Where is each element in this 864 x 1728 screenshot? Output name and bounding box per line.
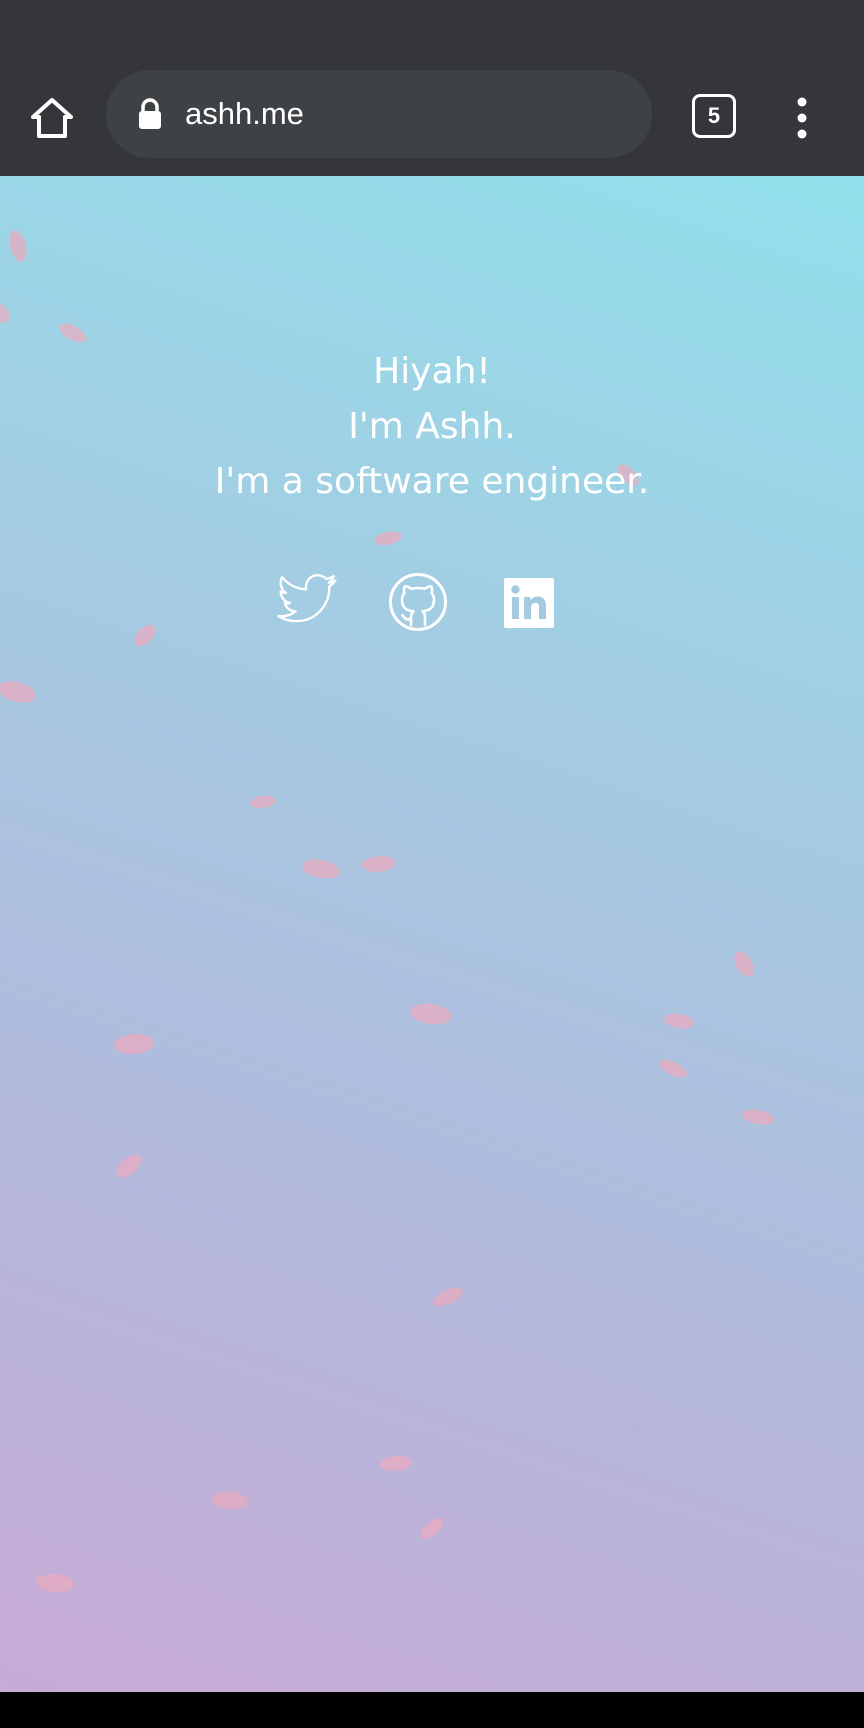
phone-screen: ashh.me 5 Hiyah! I'm Ashh. I'm a softwar… — [0, 0, 864, 1728]
status-bar — [0, 0, 864, 60]
petal — [379, 1454, 413, 1473]
lock-icon — [139, 98, 161, 129]
address-bar[interactable]: ashh.me — [106, 70, 652, 158]
linkedin-link[interactable] — [504, 578, 554, 628]
petal — [56, 319, 90, 347]
petal — [249, 794, 277, 810]
petal — [408, 1001, 454, 1027]
intro-text: Hiyah! I'm Ashh. I'm a software engineer… — [0, 344, 864, 509]
petal — [361, 854, 397, 874]
system-navigation-bar — [0, 1692, 864, 1728]
tab-switcher-button[interactable]: 5 — [692, 94, 736, 138]
greeting-line: Hiyah! — [373, 351, 491, 392]
petal — [417, 1514, 447, 1543]
petal — [741, 1107, 775, 1127]
social-links — [0, 573, 864, 636]
petal — [0, 677, 38, 707]
github-link[interactable] — [388, 572, 448, 632]
petal — [0, 299, 13, 327]
web-page: Hiyah! I'm Ashh. I'm a software engineer… — [0, 176, 864, 1692]
petal — [430, 1283, 466, 1311]
role-line: I'm a software engineer. — [214, 461, 650, 502]
petal — [663, 1011, 695, 1031]
github-icon — [389, 573, 447, 631]
url-text[interactable]: ashh.me — [185, 70, 304, 158]
petal — [372, 529, 404, 548]
home-icon — [31, 98, 73, 138]
twitter-icon — [277, 574, 337, 623]
name-line: I'm Ashh. — [348, 406, 516, 447]
petal — [300, 856, 342, 882]
petal — [211, 1490, 249, 1511]
more-menu-button[interactable] — [784, 94, 820, 142]
petal — [112, 1150, 146, 1182]
tab-count: 5 — [707, 103, 721, 128]
petal — [113, 1032, 155, 1056]
twitter-link[interactable] — [276, 574, 338, 628]
petal — [730, 947, 758, 981]
more-vertical-icon — [797, 97, 807, 139]
home-button[interactable] — [22, 90, 82, 146]
petal — [35, 1572, 75, 1594]
linkedin-icon — [504, 578, 554, 628]
browser-toolbar: ashh.me 5 — [0, 60, 864, 176]
petal — [656, 1056, 690, 1081]
petal — [6, 228, 30, 264]
